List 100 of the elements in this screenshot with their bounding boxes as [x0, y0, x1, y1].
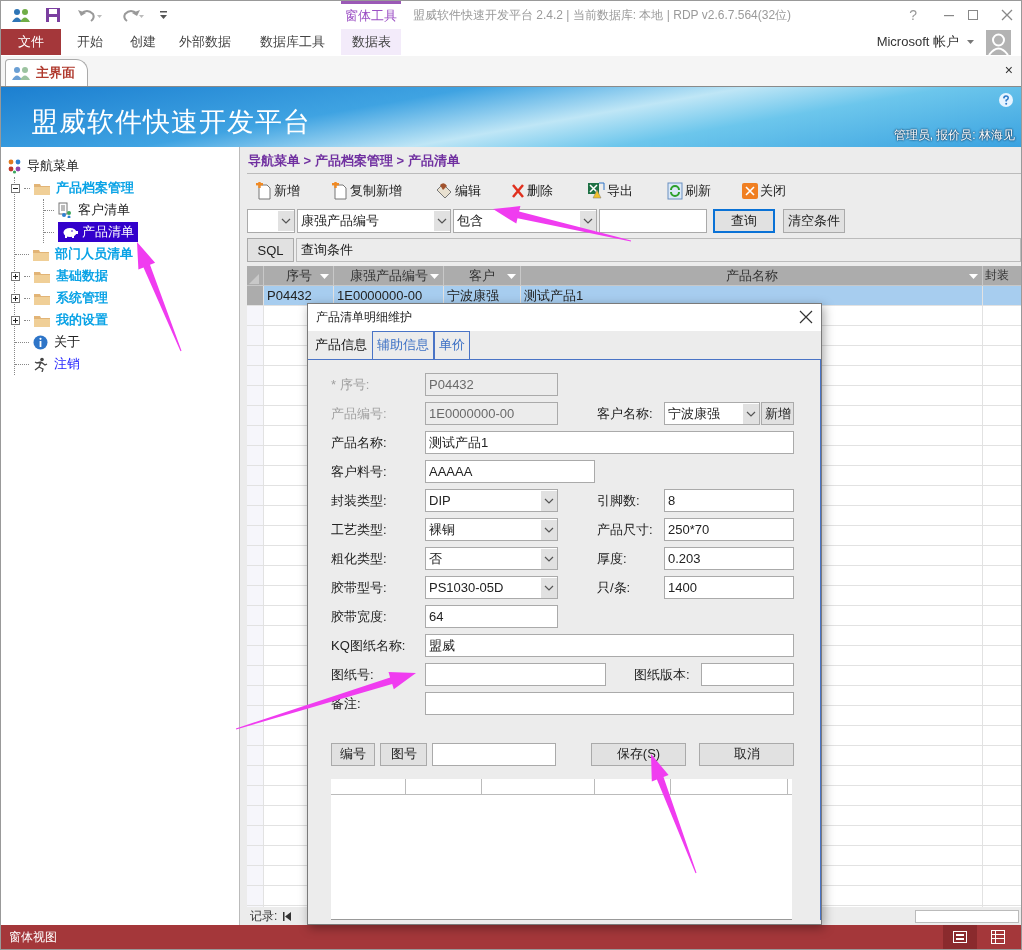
expand-toggle-icon[interactable] [11, 271, 20, 281]
ribbon-tab[interactable]: 数据库工具 [244, 29, 341, 55]
ribbon-tab[interactable]: 创建 [119, 29, 166, 55]
text-field[interactable]: 0.203 [664, 547, 794, 570]
field-label: 客户名称: [597, 404, 654, 423]
field-label: 产品尺寸: [597, 520, 654, 539]
readonly-field: 1E0000000-00 [425, 402, 558, 425]
nav-item[interactable]: 客户清单 [76, 200, 132, 220]
banner-title: 盟威软件快速开发平台 [30, 106, 311, 139]
toolbar-button[interactable]: 复制新增 [332, 177, 402, 204]
status-text: 窗体视图 [9, 928, 57, 946]
document-tab[interactable]: 主界面 [5, 59, 88, 86]
toolbar-button[interactable]: 导出 [587, 177, 633, 204]
people-icon [11, 7, 31, 23]
expand-toggle-icon[interactable] [11, 293, 20, 303]
edit-icon [435, 181, 453, 200]
folder-icon [34, 291, 50, 305]
toolbar-button[interactable]: 刷新 [667, 177, 711, 204]
column-header[interactable]: 客户 [444, 266, 521, 286]
column-header[interactable]: 序号 [264, 266, 334, 286]
text-field[interactable] [425, 692, 794, 715]
help-icon [999, 93, 1013, 107]
spreadsheet-icon [587, 181, 605, 200]
nav-item[interactable]: 关于 [52, 332, 82, 352]
nav-item[interactable]: 注销 [52, 354, 82, 374]
ribbon-tab[interactable]: 数据表 [341, 29, 401, 55]
expand-toggle-icon[interactable] [11, 315, 20, 325]
toolbar-button[interactable]: 删除 [511, 177, 553, 204]
text-field[interactable]: 测试产品1 [425, 431, 794, 454]
input-field[interactable] [599, 209, 707, 233]
dialog-tab[interactable]: 辅助信息 [372, 330, 434, 359]
user-info: 管理员, 报价员: 林海见 [893, 127, 1015, 144]
dropdown-field[interactable]: 裸铜 [425, 518, 558, 541]
dropdown-field[interactable] [247, 209, 295, 233]
nav-item[interactable]: 产品清单 [58, 222, 138, 242]
column-header[interactable]: 康强产品编号 [334, 266, 444, 286]
close-icon [1001, 9, 1013, 21]
select-all-icon [249, 274, 259, 284]
text-field[interactable]: 250*70 [664, 518, 794, 541]
input-field[interactable] [432, 742, 556, 766]
field-label: 胶带宽度: [331, 607, 388, 626]
delete-icon [511, 182, 525, 199]
dropdown-field[interactable]: 康强产品编号 [297, 209, 451, 233]
customize-icon [159, 10, 169, 20]
toolbar-button[interactable]: 关闭 [742, 177, 786, 204]
close-icon [799, 310, 813, 325]
dialog-tab[interactable]: 产品信息 [310, 330, 372, 359]
text-field[interactable]: AAAAA [425, 460, 595, 483]
account-menu[interactable]: Microsoft 帐户 [876, 33, 959, 51]
close-tab-button[interactable]: × [1004, 62, 1013, 78]
first-record-icon [283, 911, 293, 921]
save-icon [45, 7, 61, 23]
refresh-icon [667, 181, 683, 200]
text-field[interactable]: 盟威 [425, 634, 794, 657]
text-field[interactable] [701, 663, 794, 686]
sort-caret-icon [507, 274, 516, 279]
lookup-button[interactable]: 编号 [331, 742, 375, 766]
row-selector[interactable] [247, 286, 264, 306]
window-title: 盟威软件快速开发平台 2.4.2 | 当前数据库: 本地 | RDP v2.6.7.564(32位) [412, 7, 793, 24]
text-field[interactable] [425, 663, 606, 686]
query-button[interactable]: 查询 [713, 209, 775, 233]
undo-icon [77, 7, 103, 23]
toolbar-button[interactable]: 编辑 [435, 177, 481, 204]
field-label: 只/条: [597, 578, 632, 597]
column-header[interactable]: 封装 [983, 266, 1021, 286]
info-icon [33, 334, 48, 350]
cancel-button[interactable]: 取消 [699, 742, 794, 766]
chevron-icon [278, 211, 294, 231]
ribbon-tab[interactable]: 开始 [61, 29, 119, 55]
chevron-icon [541, 548, 557, 569]
dropdown-field[interactable]: DIP [425, 489, 558, 512]
dropdown-field[interactable]: PS1030-05D [425, 576, 558, 599]
dropdown-field[interactable]: 否 [425, 547, 558, 570]
expand-toggle-icon[interactable] [11, 183, 20, 193]
dialog-title: 产品清单明细维护 [316, 308, 412, 326]
sort-caret-icon [320, 274, 329, 279]
select-all-button[interactable] [247, 266, 264, 286]
sql-button[interactable]: SQL [247, 238, 294, 262]
new-document-icon [332, 181, 348, 200]
new-document-icon [256, 181, 272, 200]
field-label: 图纸号: [331, 665, 375, 684]
dialog-tab[interactable]: 单价 [434, 330, 470, 359]
close-form-icon [742, 182, 758, 199]
add-button[interactable]: 新增 [761, 402, 794, 425]
table-row[interactable]: P04432 1E0000000-00 宁波康强 测试产品1 [247, 286, 1021, 306]
clear-button[interactable]: 清空条件 [783, 209, 845, 233]
chevron-icon [743, 403, 759, 424]
text-field[interactable]: 1400 [664, 576, 794, 599]
text-field[interactable]: 8 [664, 489, 794, 512]
toolbar-button[interactable]: 新增 [256, 177, 300, 204]
save-button[interactable]: 保存(S) [591, 742, 686, 766]
field-label: 粗化类型: [331, 549, 388, 568]
field-label: 引脚数: [597, 491, 641, 510]
column-header[interactable]: 产品名称 [521, 266, 983, 286]
form-view-button[interactable] [943, 925, 977, 949]
lookup-button[interactable]: 图号 [380, 742, 427, 766]
dropdown-field[interactable]: 宁波康强 [664, 402, 760, 425]
ribbon-tab[interactable]: 外部数据 [166, 29, 244, 55]
text-field[interactable]: 64 [425, 605, 558, 628]
ribbon-tab[interactable]: 文件 [1, 29, 61, 55]
